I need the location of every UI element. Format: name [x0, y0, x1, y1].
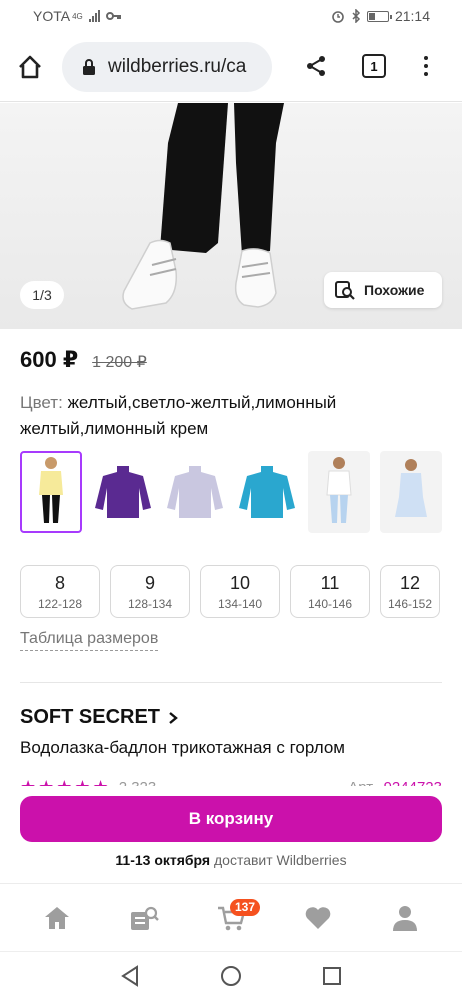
url-text: wildberries.ru/ca: [108, 55, 247, 77]
home-circle-icon[interactable]: [220, 965, 242, 987]
size-option[interactable]: 11 140-146: [290, 565, 370, 618]
browser-toolbar: wildberries.ru/ca 1: [0, 32, 462, 102]
browser-menu-button[interactable]: [414, 50, 438, 82]
thumb-turquoise-turtleneck[interactable]: [236, 451, 298, 533]
delivery-text: доставит Wildberries: [210, 852, 347, 868]
divider: [20, 682, 442, 683]
battery-icon: [366, 10, 392, 22]
size-option[interactable]: 9 128-134: [110, 565, 190, 618]
size-selector: 8 122-128 9 128-134 10 134-140 11 140-146 12…: [20, 565, 440, 618]
thumb-lightblue-girl[interactable]: [380, 451, 442, 533]
price-row: 600 ₽ 1 200 ₽: [20, 347, 147, 373]
bluetooth-icon: [352, 9, 361, 23]
similar-button[interactable]: Похожие: [324, 272, 442, 308]
delivery-dates: 11-13 октября: [115, 852, 211, 868]
catalog-search-icon: [131, 906, 160, 930]
thumb-white-girl[interactable]: [308, 451, 370, 533]
nav-home[interactable]: [32, 893, 82, 943]
gallery-counter: 1/3: [20, 281, 64, 309]
size-option[interactable]: 12 146-152: [380, 565, 440, 618]
address-bar[interactable]: wildberries.ru/ca: [62, 41, 272, 92]
cart-panel: В корзину 11-13 октября доставит Wildber…: [0, 786, 462, 882]
heart-icon: [305, 906, 331, 929]
color-variants: [20, 451, 442, 533]
color-value: желтый,светло-желтый,лимонный желтый,лим…: [20, 393, 337, 438]
color-description: Цвет: желтый,светло-желтый,лимонный желт…: [20, 390, 440, 442]
add-to-cart-button[interactable]: В корзину: [20, 796, 442, 842]
nav-catalog[interactable]: [119, 893, 169, 943]
share-button[interactable]: [300, 50, 332, 82]
thumb-purple-turtleneck[interactable]: [92, 451, 154, 533]
nav-profile[interactable]: [380, 893, 430, 943]
delivery-info: 11-13 октября доставит Wildberries: [0, 852, 462, 868]
home-icon: [45, 906, 70, 929]
size-option[interactable]: 8 122-128: [20, 565, 100, 618]
home-button[interactable]: [0, 32, 60, 102]
nav-favorites[interactable]: [293, 893, 343, 943]
product-name: Водолазка-бадлон трикотажная с горлом: [20, 738, 345, 757]
carrier-label: YOTA: [33, 8, 71, 24]
back-icon[interactable]: [119, 965, 141, 987]
color-label: Цвет:: [20, 393, 63, 412]
thumb-yellow-girl[interactable]: [20, 451, 82, 533]
key-icon: [105, 12, 121, 20]
clock: 21:14: [394, 8, 430, 24]
signal-icon: [88, 10, 100, 22]
bottom-navigation: 137: [0, 883, 462, 951]
network-type: 4G: [72, 11, 83, 21]
product-gallery[interactable]: 1/3 Похожие: [0, 103, 462, 329]
tabs-button[interactable]: 1: [362, 54, 386, 78]
alarm-icon: [332, 11, 344, 23]
home-icon: [19, 55, 41, 78]
size-option[interactable]: 10 134-140: [200, 565, 280, 618]
status-bar: YOTA 4G 21:14: [0, 0, 462, 32]
search-similar-icon: [335, 281, 355, 300]
nav-cart[interactable]: 137: [206, 893, 261, 943]
current-price: 600 ₽: [20, 347, 79, 372]
size-table-link[interactable]: Таблица размеров: [20, 630, 159, 651]
cart-badge: 137: [229, 898, 261, 916]
lock-icon: [83, 58, 95, 75]
brand-link[interactable]: SOFT SECRET: [20, 706, 178, 729]
old-price: 1 200 ₽: [92, 354, 147, 371]
similar-label: Похожие: [364, 282, 425, 298]
share-icon: [307, 56, 325, 76]
chevron-right-icon: [169, 711, 178, 724]
system-navigation: [0, 951, 462, 1000]
thumb-lavender-turtleneck[interactable]: [164, 451, 226, 533]
brand-name: SOFT SECRET: [20, 706, 161, 728]
recents-icon[interactable]: [321, 965, 343, 987]
user-icon: [392, 905, 417, 931]
